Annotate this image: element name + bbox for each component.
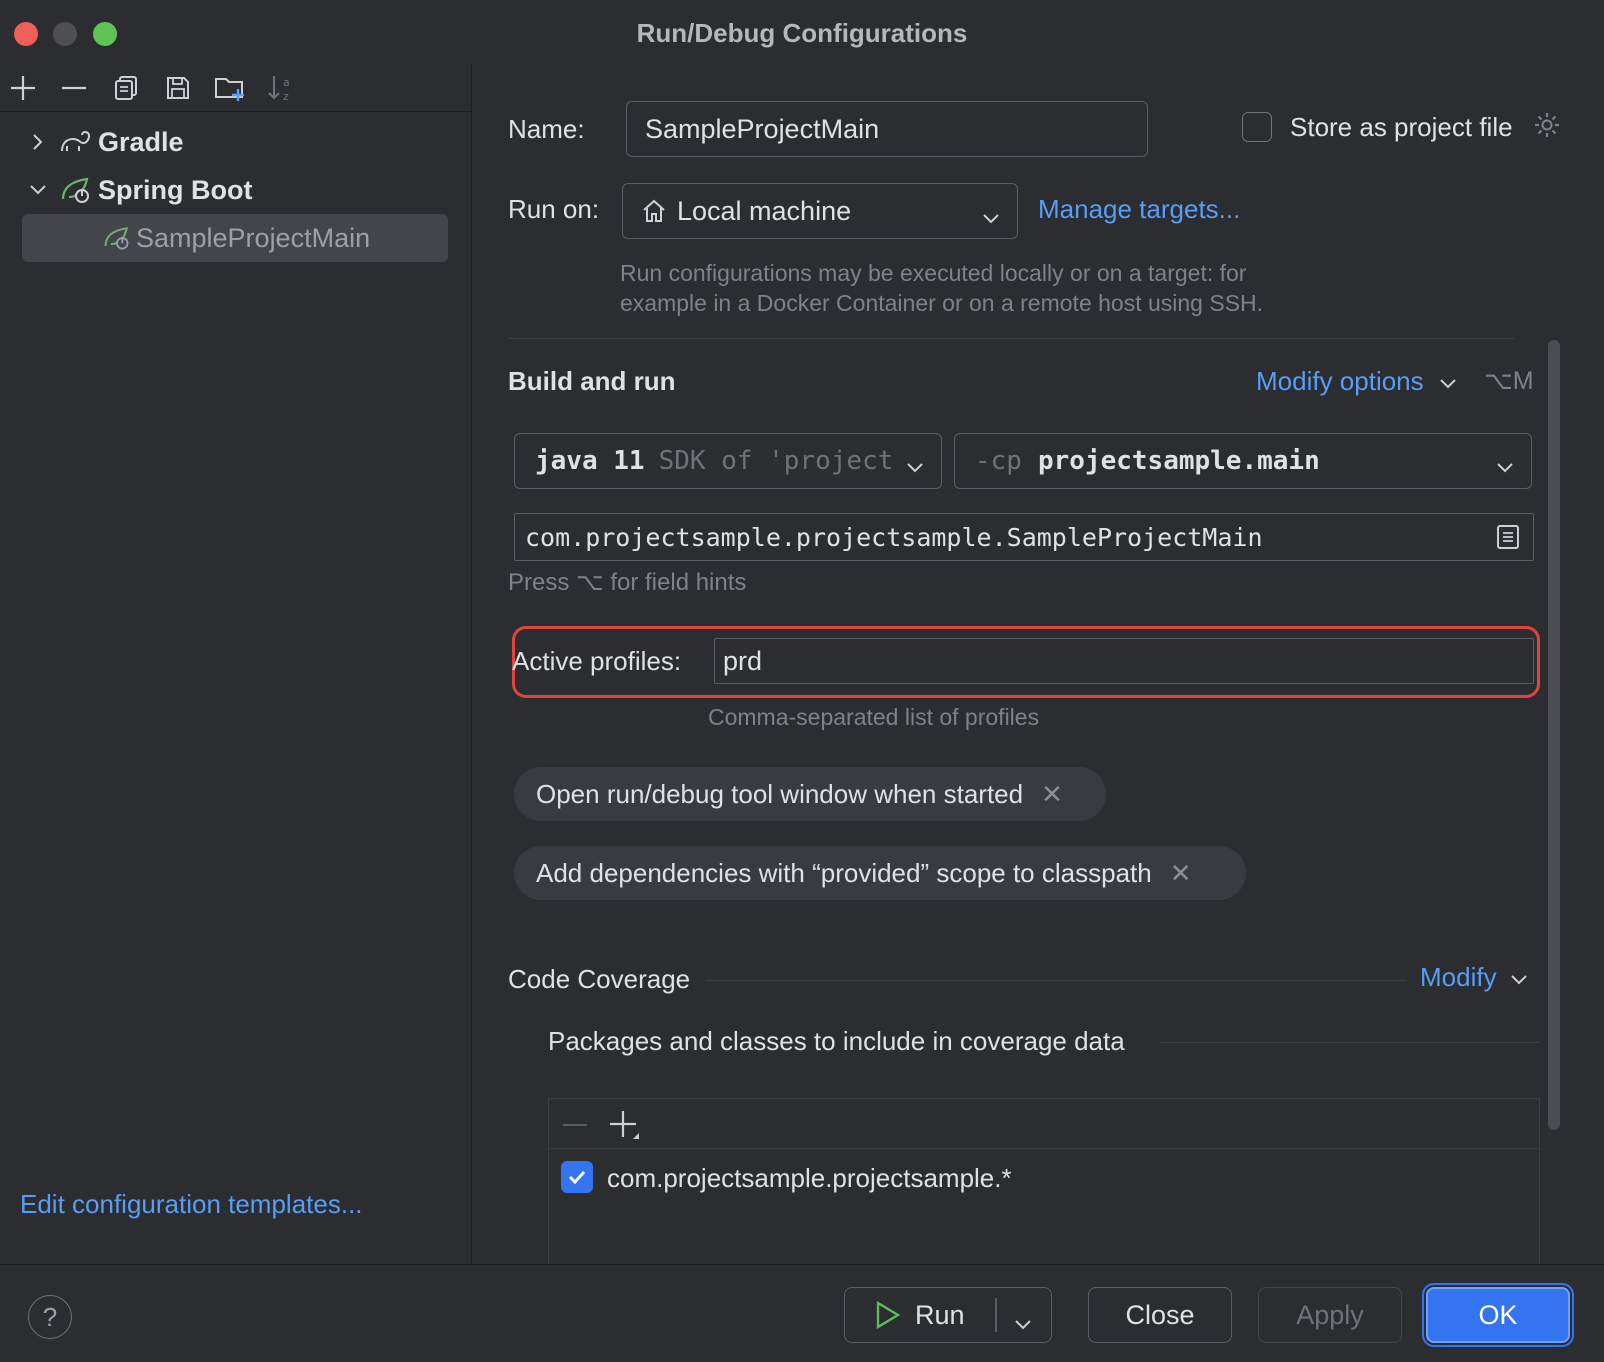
gradle-icon [54,129,98,155]
chevron-down-icon[interactable] [1013,1308,1033,1339]
run-on-dropdown[interactable]: Local machine [622,183,1018,239]
coverage-table-toolbar [549,1099,1539,1149]
ok-button[interactable]: OK [1426,1287,1570,1343]
modify-options-shortcut: ⌥M [1484,367,1534,395]
title-bar: Run/Debug Configurations [0,0,1604,64]
config-form: Name: SampleProjectMain Store as project… [474,64,1604,1268]
sort-alphabetically-icon[interactable]: az [263,70,299,106]
config-tree-panel: az Gradle Spring Boot SampleProjectMain … [0,64,472,1264]
active-profiles-hint: Comma-separated list of profiles [708,704,1040,730]
tree-item-sample-project-main[interactable]: SampleProjectMain [22,214,448,262]
modify-options-link[interactable]: Modify options [1256,366,1457,397]
chevron-down-icon [981,202,1001,233]
name-input[interactable]: SampleProjectMain [626,101,1148,157]
add-icon[interactable] [609,1109,645,1146]
tree-item-label: SampleProjectMain [136,222,371,253]
home-icon [641,198,667,224]
option-chip[interactable]: Add dependencies with “provided” scope t… [514,846,1246,900]
classpath-prefix: -cp [975,446,1022,476]
coverage-modify-link[interactable]: Modify [1420,962,1528,993]
checkmark-icon [568,1170,586,1185]
active-profiles-input[interactable]: prd [714,638,1534,684]
chevron-right-icon[interactable] [22,132,54,152]
manage-targets-link[interactable]: Manage targets... [1038,194,1240,225]
help-button[interactable]: ? [28,1295,72,1339]
tree-item-label: Gradle [98,126,184,157]
field-hints-text: Press ⌥ for field hints [508,569,747,596]
name-input-value: SampleProjectMain [645,113,880,144]
chevron-down-icon[interactable] [22,183,54,197]
coverage-item-label: com.projectsample.projectsample.* [607,1163,1012,1193]
jdk-name: java 11 [535,446,645,476]
chip-label: Open run/debug tool window when started [536,778,1024,809]
spring-boot-icon [54,175,98,205]
window-title: Run/Debug Configurations [636,18,968,48]
coverage-modify-label: Modify [1420,962,1497,992]
chevron-down-icon [1495,452,1515,482]
classpath-module-dropdown[interactable]: -cp projectsample.main [954,433,1532,489]
option-chip[interactable]: Open run/debug tool window when started … [514,767,1106,821]
close-button[interactable]: Close [1088,1287,1232,1343]
run-button-label: Run [915,1299,965,1330]
run-on-hint-line2: example in a Docker Container or on a re… [620,290,1264,316]
svg-text:a: a [283,76,290,89]
code-coverage-title: Code Coverage [508,964,691,994]
coverage-packages-table: com.projectsample.projectsample.* [548,1098,1540,1268]
tree-item-spring-boot[interactable]: Spring Boot [22,166,442,214]
add-icon[interactable] [5,70,41,106]
browse-icon[interactable] [1495,523,1521,557]
run-on-hint-line1: Run configurations may be executed local… [620,260,1247,286]
split-divider [995,1298,997,1332]
remove-icon[interactable] [561,1111,589,1144]
run-debug-dialog: Run/Debug Configurations az Gradle Sprin… [0,0,1604,1362]
dialog-footer: ? Run Close Apply OK [0,1264,1604,1362]
run-on-value: Local machine [677,195,852,226]
section-divider [706,980,1406,981]
new-folder-icon[interactable] [212,70,248,106]
name-label: Name: [508,114,585,144]
section-divider [508,338,1514,339]
copy-icon[interactable] [108,70,144,106]
chip-label: Add dependencies with “provided” scope t… [536,857,1152,888]
remove-icon[interactable] [56,70,92,106]
store-as-project-file-label: Store as project file [1290,112,1513,142]
save-icon[interactable] [160,70,196,106]
modify-options-label: Modify options [1256,366,1424,396]
scrollbar[interactable] [1548,340,1560,1130]
active-profiles-label: Active profiles: [512,646,682,676]
tree-item-gradle[interactable]: Gradle [22,118,442,166]
active-profiles-value: prd [723,645,763,676]
coverage-packages-title: Packages and classes to include in cover… [548,1026,1125,1056]
gear-icon[interactable] [1532,110,1562,145]
run-button[interactable]: Run [844,1287,1052,1343]
main-class-input[interactable]: com.projectsample.projectsample.SamplePr… [514,513,1534,561]
main-class-value: com.projectsample.projectsample.SamplePr… [525,522,1263,552]
classpath-module: projectsample.main [1037,446,1320,476]
coverage-item-checkbox[interactable] [561,1161,593,1193]
svg-text:z: z [283,90,289,103]
run-on-label: Run on: [508,194,600,224]
tree-toolbar: az [0,64,472,112]
close-icon[interactable]: ✕ [1041,779,1063,810]
section-divider [1160,1042,1540,1043]
spring-boot-icon [102,224,132,252]
edit-configuration-templates-link[interactable]: Edit configuration templates... [20,1189,363,1220]
chevron-down-icon [1510,962,1528,993]
jdk-description: SDK of 'project [658,446,894,476]
jdk-dropdown[interactable]: java 11 SDK of 'project [514,433,942,489]
tree-item-label: Spring Boot [98,174,253,205]
chevron-down-icon [905,452,925,482]
build-and-run-title: Build and run [508,366,676,396]
store-as-project-file-checkbox[interactable] [1242,112,1272,142]
apply-button[interactable]: Apply [1258,1287,1402,1343]
close-icon[interactable]: ✕ [1170,858,1192,889]
play-icon [875,1300,901,1330]
chevron-down-icon [1439,366,1457,397]
